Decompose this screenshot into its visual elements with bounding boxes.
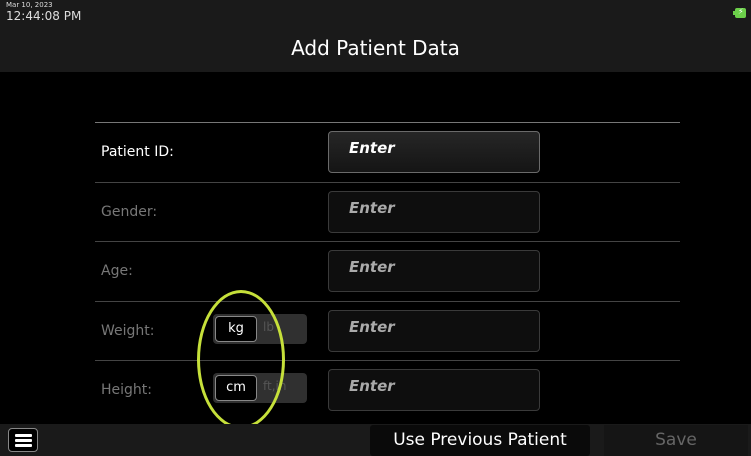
height-input[interactable]: Enter	[328, 369, 540, 411]
status-time: 12:44:08 PM	[6, 9, 82, 23]
age-input[interactable]: Enter	[328, 250, 540, 292]
height-unit-ftin[interactable]: ft,in	[263, 379, 286, 393]
patient-id-row: Patient ID: Enter	[95, 122, 680, 182]
status-date: Mar 10, 2023	[6, 1, 53, 9]
battery-charging-icon: ⚡	[733, 7, 746, 18]
age-label: Age:	[101, 263, 133, 279]
height-unit-cm[interactable]: cm	[215, 375, 257, 401]
patient-id-input-text: Enter	[349, 139, 395, 157]
weight-row: Weight: kg lb Enter	[95, 300, 680, 361]
patient-id-input[interactable]: Enter	[328, 131, 540, 173]
age-row: Age: Enter	[95, 241, 680, 301]
patient-id-label: Patient ID:	[101, 144, 174, 160]
height-row: Height: cm ft,in Enter	[95, 360, 680, 420]
weight-unit-toggle[interactable]: kg lb	[213, 313, 307, 344]
use-previous-patient-button[interactable]: Use Previous Patient	[370, 425, 590, 456]
status-bar: Mar 10, 2023 12:44:08 PM ⚡	[0, 0, 751, 28]
patient-form: Patient ID: Enter Gender: Enter Age: Ent…	[95, 122, 680, 420]
height-unit-toggle[interactable]: cm ft,in	[213, 373, 307, 403]
weight-unit-kg[interactable]: kg	[215, 315, 257, 342]
height-input-text: Enter	[349, 377, 395, 395]
gender-row: Gender: Enter	[95, 181, 680, 242]
add-patient-screen: Mar 10, 2023 12:44:08 PM ⚡ Add Patient D…	[0, 0, 751, 456]
gender-input-text: Enter	[349, 198, 395, 217]
weight-label: Weight:	[101, 322, 155, 339]
gender-input[interactable]: Enter	[328, 190, 540, 233]
bottom-bar: Use Previous Patient Save	[0, 424, 751, 456]
gender-label: Gender:	[101, 203, 158, 220]
weight-input[interactable]: Enter	[328, 309, 540, 352]
weight-input-text: Enter	[349, 317, 395, 336]
page-title: Add Patient Data	[291, 36, 460, 60]
title-bar: Add Patient Data	[0, 28, 751, 72]
save-button[interactable]: Save	[604, 425, 748, 456]
date-time: Mar 10, 2023 12:44:08 PM	[6, 1, 82, 23]
weight-unit-lb[interactable]: lb	[263, 320, 274, 334]
height-label: Height:	[101, 382, 152, 398]
age-input-text: Enter	[349, 258, 395, 276]
hamburger-menu-icon[interactable]	[8, 428, 38, 452]
